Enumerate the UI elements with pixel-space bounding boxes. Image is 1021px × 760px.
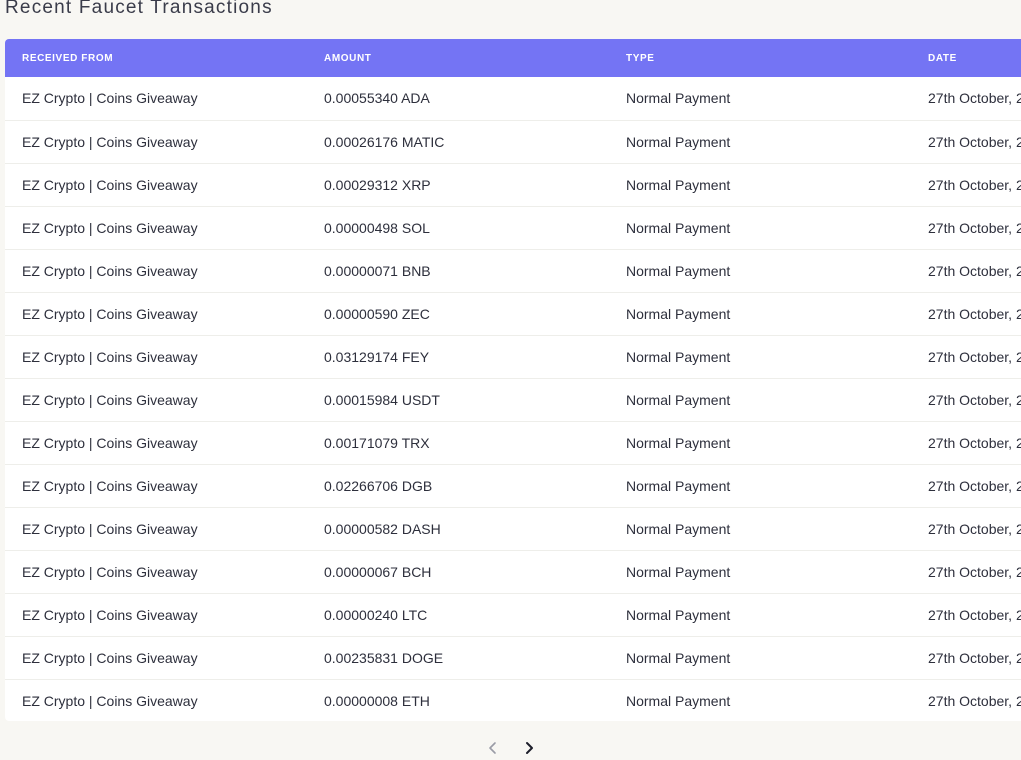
table-row: EZ Crypto | Coins Giveaway 0.00000067 BCH…: [5, 550, 1021, 593]
cell-amount: 0.00000582 DASH: [324, 520, 441, 537]
cell-date: 27th October, 2023: [928, 477, 1021, 494]
cell-type: Normal Payment: [626, 391, 731, 408]
cell-date: 27th October, 2023: [928, 606, 1021, 623]
cell-received-from: EZ Crypto | Coins Giveaway: [22, 391, 198, 408]
cell-received-from: EZ Crypto | Coins Giveaway: [22, 606, 198, 623]
cell-received-from: EZ Crypto | Coins Giveaway: [22, 90, 198, 107]
cell-date: 27th October, 2023: [928, 90, 1021, 107]
cell-date: 27th October, 2023: [928, 563, 1021, 580]
cell-date: 27th October, 2023: [928, 434, 1021, 451]
cell-date: 27th October, 2023: [928, 176, 1021, 193]
cell-amount: 0.00235831 DOGE: [324, 649, 444, 666]
cell-date: 27th October, 2023: [928, 391, 1021, 408]
cell-type: Normal Payment: [626, 520, 731, 537]
cell-amount: 0.00000008 ETH: [324, 692, 430, 709]
cell-date: 27th October, 2023: [928, 649, 1021, 666]
cell-type: Normal Payment: [626, 692, 731, 709]
table-body: EZ Crypto | Coins Giveaway 0.00055340 ADA…: [5, 77, 1021, 721]
section-title: Recent Faucet Transactions: [5, 0, 273, 18]
cell-amount: 0.00171079 TRX: [324, 434, 430, 451]
cell-received-from: EZ Crypto | Coins Giveaway: [22, 692, 198, 709]
transactions-table-card: RECEIVED FROM AMOUNT TYPE DATE EZ Crypto…: [5, 39, 1021, 721]
cell-date: 27th October, 2023: [928, 348, 1021, 365]
pagination: [0, 737, 1021, 759]
cell-received-from: EZ Crypto | Coins Giveaway: [22, 348, 198, 365]
cell-date: 27th October, 2023: [928, 520, 1021, 537]
cell-amount: 0.00000067 BCH: [324, 563, 432, 580]
table-row: EZ Crypto | Coins Giveaway 0.00000582 DAS…: [5, 507, 1021, 550]
cell-date: 27th October, 2023: [928, 133, 1021, 150]
cell-amount: 0.00055340 ADA: [324, 90, 430, 107]
cell-amount: 0.00000590 ZEC: [324, 305, 430, 322]
cell-received-from: EZ Crypto | Coins Giveaway: [22, 219, 198, 236]
cell-received-from: EZ Crypto | Coins Giveaway: [22, 133, 198, 150]
cell-date: 27th October, 2023: [928, 692, 1021, 709]
cell-amount: 0.02266706 DGB: [324, 477, 433, 494]
cell-amount: 0.00000240 LTC: [324, 606, 428, 623]
cell-amount: 0.00029312 XRP: [324, 176, 431, 193]
table-row: EZ Crypto | Coins Giveaway 0.00026176 MAT…: [5, 120, 1021, 163]
chevron-left-icon: [488, 742, 496, 754]
cell-type: Normal Payment: [626, 305, 731, 322]
table-row: EZ Crypto | Coins Giveaway 0.00000590 ZEC…: [5, 292, 1021, 335]
cell-received-from: EZ Crypto | Coins Giveaway: [22, 305, 198, 322]
table-row: EZ Crypto | Coins Giveaway 0.00000008 ETH…: [5, 679, 1021, 721]
cell-amount: 0.00026176 MATIC: [324, 133, 445, 150]
cell-type: Normal Payment: [626, 348, 731, 365]
table-row: EZ Crypto | Coins Giveaway 0.00015984 USD…: [5, 378, 1021, 421]
cell-received-from: EZ Crypto | Coins Giveaway: [22, 176, 198, 193]
table-row: EZ Crypto | Coins Giveaway 0.00235831 DOG…: [5, 636, 1021, 679]
cell-type: Normal Payment: [626, 563, 731, 580]
cell-received-from: EZ Crypto | Coins Giveaway: [22, 563, 198, 580]
cell-type: Normal Payment: [626, 90, 731, 107]
cell-amount: 0.00000071 BNB: [324, 262, 431, 279]
cell-type: Normal Payment: [626, 219, 731, 236]
cell-type: Normal Payment: [626, 133, 731, 150]
cell-type: Normal Payment: [626, 649, 731, 666]
column-header-amount: AMOUNT: [324, 52, 372, 64]
cell-date: 27th October, 2023: [928, 219, 1021, 236]
page: Recent Faucet Transactions RECEIVED FROM…: [0, 0, 1021, 760]
cell-date: 27th October, 2023: [928, 262, 1021, 279]
column-header-received-from: RECEIVED FROM: [22, 52, 114, 64]
table-row: EZ Crypto | Coins Giveaway 0.00029312 XRP…: [5, 163, 1021, 206]
cell-type: Normal Payment: [626, 606, 731, 623]
cell-date: 27th October, 2023: [928, 305, 1021, 322]
table-row: EZ Crypto | Coins Giveaway 0.00055340 ADA…: [5, 77, 1021, 120]
cell-amount: 0.00015984 USDT: [324, 391, 440, 408]
cell-type: Normal Payment: [626, 176, 731, 193]
cell-amount: 0.03129174 FEY: [324, 348, 430, 365]
cell-received-from: EZ Crypto | Coins Giveaway: [22, 477, 198, 494]
table-row: EZ Crypto | Coins Giveaway 0.02266706 DGB…: [5, 464, 1021, 507]
table-header: RECEIVED FROM AMOUNT TYPE DATE: [5, 39, 1021, 77]
cell-amount: 0.00000498 SOL: [324, 219, 430, 236]
table-row: EZ Crypto | Coins Giveaway 0.00000071 BNB…: [5, 249, 1021, 292]
next-page-button[interactable]: [521, 738, 537, 758]
cell-received-from: EZ Crypto | Coins Giveaway: [22, 520, 198, 537]
column-header-date: DATE: [928, 52, 957, 64]
column-header-type: TYPE: [626, 52, 655, 64]
previous-page-button[interactable]: [485, 738, 501, 758]
cell-type: Normal Payment: [626, 434, 731, 451]
cell-type: Normal Payment: [626, 477, 731, 494]
cell-received-from: EZ Crypto | Coins Giveaway: [22, 434, 198, 451]
transactions-table: RECEIVED FROM AMOUNT TYPE DATE EZ Crypto…: [5, 39, 1021, 721]
table-row: EZ Crypto | Coins Giveaway 0.00171079 TRX…: [5, 421, 1021, 464]
chevron-right-icon: [525, 742, 533, 754]
table-header-row: RECEIVED FROM AMOUNT TYPE DATE: [5, 39, 1021, 77]
cell-received-from: EZ Crypto | Coins Giveaway: [22, 649, 198, 666]
cell-type: Normal Payment: [626, 262, 731, 279]
cell-received-from: EZ Crypto | Coins Giveaway: [22, 262, 198, 279]
table-row: EZ Crypto | Coins Giveaway 0.03129174 FEY…: [5, 335, 1021, 378]
table-row: EZ Crypto | Coins Giveaway 0.00000240 LTC…: [5, 593, 1021, 636]
table-row: EZ Crypto | Coins Giveaway 0.00000498 SOL…: [5, 206, 1021, 249]
